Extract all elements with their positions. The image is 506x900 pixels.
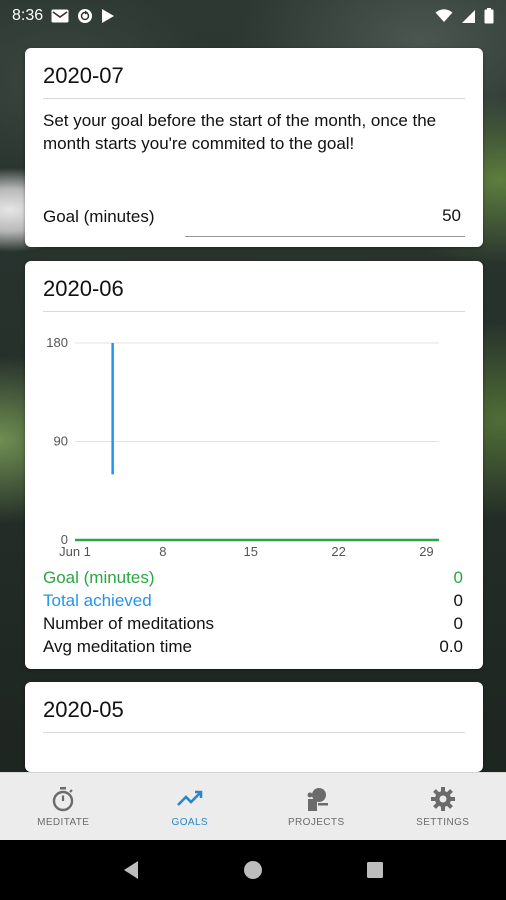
status-bar: 8:36 xyxy=(0,0,506,32)
month-card-2020-06: 2020-06 0 90 180 Jun 1 8 15 22 29 Goal (minutes… xyxy=(25,261,483,669)
stat-meditations-label: Number of meditations xyxy=(43,614,215,633)
gear-icon xyxy=(429,785,457,813)
stat-avg-value: 0.0 xyxy=(439,637,463,656)
goal-minutes-input[interactable] xyxy=(185,206,465,237)
stat-goal-value: 0 xyxy=(453,568,463,587)
x-tick-label: 22 xyxy=(331,544,345,559)
play-store-icon xyxy=(101,8,115,24)
home-icon xyxy=(244,861,262,879)
projects-icon xyxy=(302,785,330,813)
home-button[interactable] xyxy=(233,850,273,890)
goal-row: Goal (minutes) xyxy=(43,196,465,237)
nav-item-meditate[interactable]: MEDITATE xyxy=(0,773,127,840)
status-time: 8:36 xyxy=(12,7,44,24)
gmail-icon xyxy=(51,9,69,23)
wifi-icon xyxy=(435,9,453,23)
recents-button[interactable] xyxy=(355,850,395,890)
stat-meditations-value: 0 xyxy=(453,614,463,633)
month-card-2020-07: 2020-07 Set your goal before the start o… xyxy=(25,48,483,247)
nav-label-goals: GOALS xyxy=(171,817,208,828)
stat-total-label: Total achieved xyxy=(43,591,152,610)
stat-total-row: Total achieved 0 xyxy=(43,589,463,612)
x-tick-label: Jun 1 xyxy=(59,544,91,559)
cell-signal-icon xyxy=(461,9,476,24)
card-title: 2020-07 xyxy=(43,63,124,88)
back-icon xyxy=(124,861,138,879)
stat-meditations-row: Number of meditations 0 xyxy=(43,612,463,635)
back-button[interactable] xyxy=(111,850,151,890)
nav-item-goals[interactable]: GOALS xyxy=(127,773,254,840)
y-tick-label: 90 xyxy=(54,434,68,449)
nav-item-settings[interactable]: SETTINGS xyxy=(380,773,506,840)
battery-icon xyxy=(484,8,494,24)
system-navigation-bar xyxy=(0,840,506,900)
stat-total-value: 0 xyxy=(453,591,463,610)
x-tick-label: 15 xyxy=(243,544,257,559)
divider xyxy=(43,311,465,312)
card-title: 2020-05 xyxy=(43,697,124,722)
nav-label-meditate: MEDITATE xyxy=(37,817,90,828)
divider xyxy=(43,732,465,733)
stat-avg-label: Avg meditation time xyxy=(43,637,192,656)
card-title: 2020-06 xyxy=(43,276,124,301)
goal-instruction-text: Set your goal before the start of the mo… xyxy=(43,111,437,153)
nav-item-projects[interactable]: PROJECTS xyxy=(253,773,380,840)
month-stats: Goal (minutes) 0 Total achieved 0 Number… xyxy=(43,566,463,658)
bottom-navigation: MEDITATE GOALS PROJECTS SETTINGS xyxy=(0,772,506,840)
stat-goal-label: Goal (minutes) xyxy=(43,568,155,587)
y-tick-label: 180 xyxy=(46,335,68,350)
stopwatch-icon xyxy=(49,785,77,813)
recents-icon xyxy=(367,862,383,878)
x-tick-label: 29 xyxy=(419,544,433,559)
month-card-2020-05: 2020-05 xyxy=(25,682,483,772)
trending-up-icon xyxy=(176,785,204,813)
monthly-chart: 0 90 180 Jun 1 8 15 22 29 xyxy=(25,323,483,563)
goal-label: Goal (minutes) xyxy=(43,206,155,226)
sync-icon xyxy=(77,8,93,24)
nav-label-projects: PROJECTS xyxy=(287,817,345,828)
x-tick-label: 8 xyxy=(159,544,166,559)
chart-svg: 090180Jun 1 8 15 22 29 xyxy=(46,335,439,559)
nav-label-settings: SETTINGS xyxy=(416,817,470,828)
stat-avg-row: Avg meditation time 0.0 xyxy=(43,635,463,658)
stat-goal-row: Goal (minutes) 0 xyxy=(43,566,463,589)
